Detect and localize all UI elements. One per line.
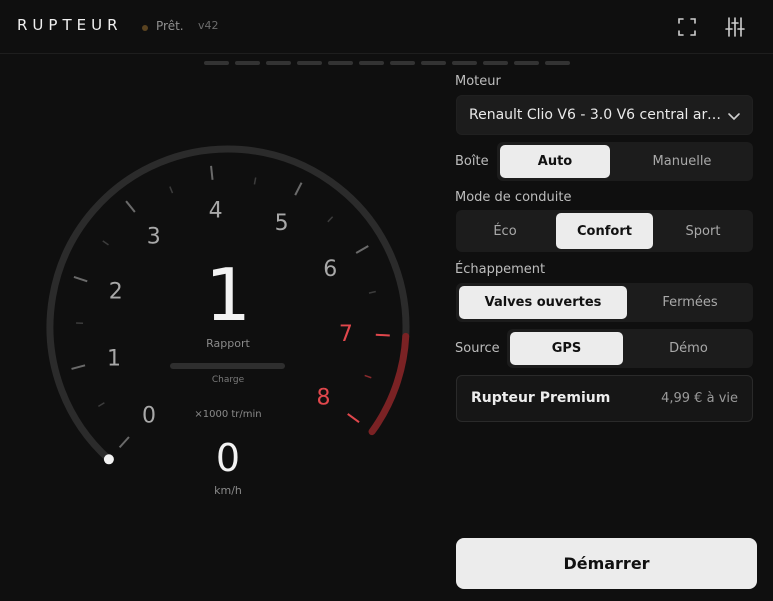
exhaust-closed-button[interactable]: Fermées xyxy=(632,286,748,319)
gauge-rpm-label: 2 xyxy=(109,280,123,305)
gauge-rpm-label: 0 xyxy=(142,404,156,429)
fullscreen-icon[interactable] xyxy=(676,16,698,38)
gauge-tick xyxy=(364,374,372,379)
gearbox-label: Boîte xyxy=(455,154,489,169)
sliders-icon[interactable] xyxy=(724,16,746,38)
gauge-tick xyxy=(253,177,257,185)
gauge-tick xyxy=(210,165,214,180)
gauge-redline-track xyxy=(368,332,410,436)
mode-comfort-button[interactable]: Confort xyxy=(556,213,653,249)
charge-label: Charge xyxy=(212,375,245,385)
gauge-tick xyxy=(368,290,376,294)
drive-mode-label: Mode de conduite xyxy=(455,190,572,205)
mode-eco-button[interactable]: Éco xyxy=(459,213,551,249)
premium-offer[interactable]: Rupteur Premium 4,99 € à vie xyxy=(456,375,753,422)
source-gps-button[interactable]: GPS xyxy=(510,332,623,365)
charge-bar xyxy=(170,363,285,369)
engine-label: Moteur xyxy=(455,74,501,89)
exhaust-toggle: Valves ouvertes Fermées xyxy=(456,283,753,322)
drive-mode-toggle: Éco Confort Sport xyxy=(456,210,753,252)
gauge-tick xyxy=(102,240,109,246)
gauge-rpm-label: 3 xyxy=(147,224,161,249)
status-text: Prêt. xyxy=(156,19,184,33)
gearbox-auto-button[interactable]: Auto xyxy=(500,145,610,178)
exhaust-open-button[interactable]: Valves ouvertes xyxy=(459,286,627,319)
source-toggle: GPS Démo xyxy=(507,329,753,368)
gauge-tick xyxy=(73,275,88,283)
gearbox-manual-button[interactable]: Manuelle xyxy=(617,145,747,178)
gauge-tick xyxy=(375,333,390,337)
rpm-unit-label: ×1000 tr/min xyxy=(194,409,261,420)
gauge-tick xyxy=(169,186,174,194)
gauge-tick xyxy=(347,413,360,424)
source-label: Source xyxy=(455,341,500,356)
gauge-tick xyxy=(118,436,130,449)
premium-price: 4,99 € à vie xyxy=(661,391,738,406)
exhaust-label: Échappement xyxy=(455,262,546,277)
gearbox-toggle: Auto Manuelle xyxy=(497,142,753,181)
gauge-tick xyxy=(294,182,303,196)
gauge-tick xyxy=(355,245,369,254)
speed-value: 0 xyxy=(216,436,240,480)
gauge-rpm-label: 5 xyxy=(275,211,289,236)
gauge-rpm-label: 8 xyxy=(316,385,330,410)
top-bar: RUPTEUR Prêt. v42 xyxy=(0,0,773,54)
progress-segment xyxy=(452,61,477,65)
mode-sport-button[interactable]: Sport xyxy=(656,213,750,249)
gauge-tick xyxy=(71,364,86,370)
gauge-rpm-label: 4 xyxy=(209,199,223,224)
gauge-rpm-label: 7 xyxy=(339,322,353,347)
version-label: v42 xyxy=(198,19,219,32)
gauge-rpm-label: 6 xyxy=(323,257,337,282)
engine-select[interactable]: Renault Clio V6 - 3.0 V6 central arrière xyxy=(456,95,753,135)
engine-select-value: Renault Clio V6 - 3.0 V6 central arrière xyxy=(469,107,724,123)
status-indicator xyxy=(142,25,148,31)
progress-segment xyxy=(545,61,570,65)
gauge-tick xyxy=(98,402,105,408)
app-logo: RUPTEUR xyxy=(17,16,123,34)
gauge-tick xyxy=(125,200,136,213)
gauge-needle-dot xyxy=(103,454,114,465)
tachometer: 0 1 2 3 4 5 6 7 8 1 Rapport Charge ×1000 tr/min 0 km/h xyxy=(0,56,450,601)
chevron-down-icon xyxy=(728,113,740,121)
gauge-rpm-label: 1 xyxy=(107,347,121,372)
source-demo-button[interactable]: Démo xyxy=(631,332,746,365)
premium-name: Rupteur Premium xyxy=(471,390,611,406)
gear-label: Rapport xyxy=(206,337,250,350)
gear-value: 1 xyxy=(205,253,251,337)
speed-unit-label: km/h xyxy=(214,484,242,497)
start-button[interactable]: Démarrer xyxy=(456,538,757,589)
gauge-tick xyxy=(327,216,334,223)
progress-segment xyxy=(483,61,508,65)
progress-segment xyxy=(514,61,539,65)
